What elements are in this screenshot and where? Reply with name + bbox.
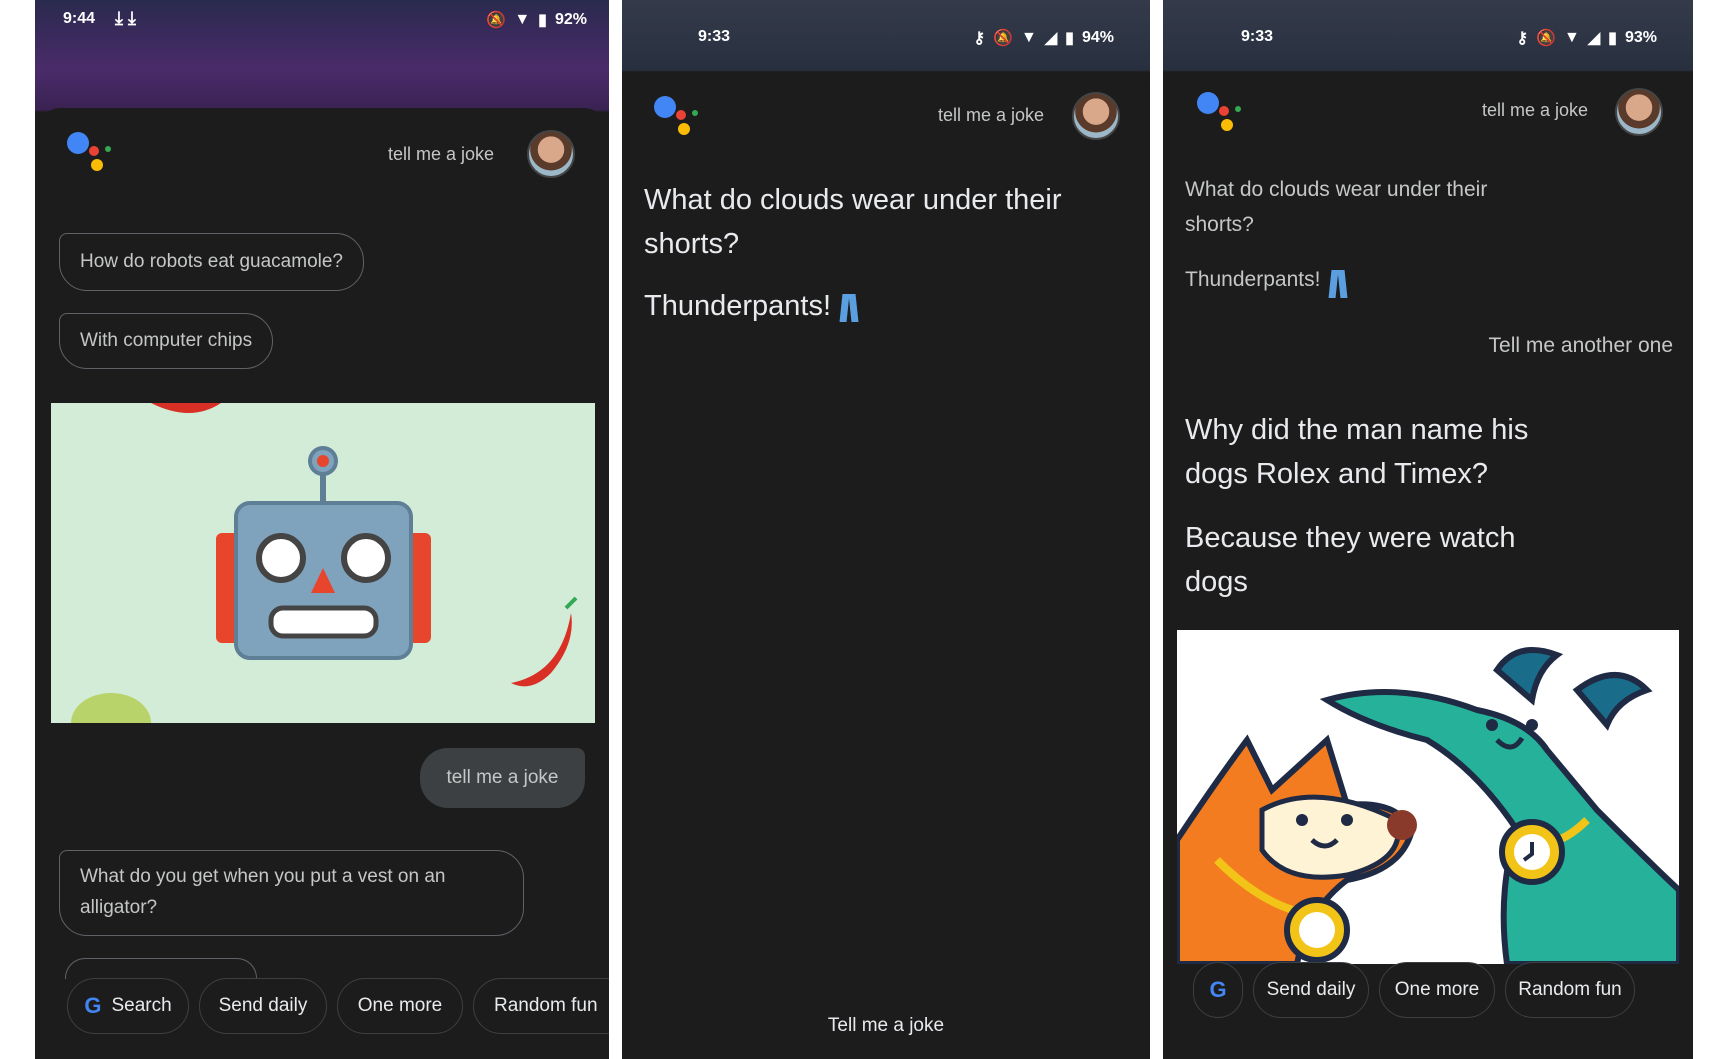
chip-label: One more bbox=[1394, 979, 1480, 1000]
send-daily-chip[interactable]: Send daily bbox=[1253, 962, 1369, 1018]
joke-answer: Thunderpants! bbox=[1185, 262, 1346, 297]
suggestion-hint[interactable]: Tell me a joke bbox=[622, 1015, 1150, 1037]
status-time: 9:33 bbox=[698, 28, 731, 45]
assistant-logo-icon bbox=[67, 132, 115, 180]
assistant-sheet: tell me a joke What do clouds wear under… bbox=[1163, 72, 1693, 1059]
signal-icon: ◢ bbox=[1044, 30, 1058, 47]
mute-icon: 🔕 bbox=[993, 30, 1013, 47]
chip-label: One more bbox=[357, 995, 443, 1016]
battery-icon: ▮ bbox=[1608, 30, 1617, 47]
screenshot-panel-1: 9:44 ⤓ ⤓ 🔕 ▼ ▮ 92% tell me a joke How do… bbox=[35, 0, 609, 1059]
robot-illustration bbox=[51, 403, 595, 723]
robot-image bbox=[71, 403, 578, 723]
google-search-chip[interactable]: G bbox=[1193, 962, 1243, 1018]
google-g-icon: G bbox=[1209, 977, 1227, 1002]
user-query-text: Tell me another one bbox=[1488, 334, 1673, 357]
screenshot-panel-2: 9:33 ⚷ 🔕 ▼ ◢ ▮ 94% tell me a joke What d… bbox=[622, 0, 1150, 1059]
battery-percent: 93% bbox=[1624, 29, 1657, 46]
wifi-icon: ▼ bbox=[1564, 29, 1580, 46]
joke-question-bubble: How do robots eat guacamole? bbox=[59, 233, 364, 291]
battery-icon: ▮ bbox=[538, 12, 547, 29]
status-bar: 9:33 ⚷ 🔕 ▼ ◢ ▮ 93% bbox=[1163, 0, 1693, 47]
status-bar: 9:44 ⤓ ⤓ 🔕 ▼ ▮ 92% bbox=[35, 0, 609, 40]
assistant-logo-icon bbox=[654, 96, 702, 144]
avatar[interactable] bbox=[527, 130, 575, 178]
joke-answer: Thunderpants! bbox=[644, 284, 857, 328]
jeans-icon bbox=[841, 292, 857, 322]
mute-icon: 🔕 bbox=[486, 12, 507, 29]
random-fun-chip[interactable]: Random fun bbox=[1505, 962, 1635, 1018]
dogs-illustration bbox=[1177, 630, 1679, 964]
screenshot-panel-3: 9:33 ⚷ 🔕 ▼ ◢ ▮ 93% tell me a joke What d… bbox=[1163, 0, 1693, 1059]
signal-icon: ◢ bbox=[1587, 30, 1601, 47]
dogs-image bbox=[1177, 647, 1679, 964]
chip-label: Random fun bbox=[494, 995, 598, 1016]
random-fun-chip[interactable]: Random fun bbox=[473, 978, 609, 1034]
vpn-key-icon: ⚷ bbox=[1516, 30, 1529, 47]
joke-answer-2: Because they were watch dogs bbox=[1185, 522, 1516, 598]
mute-icon: 🔕 bbox=[1536, 30, 1556, 47]
chip-label: Random fun bbox=[1518, 979, 1622, 1000]
assistant-sheet: tell me a joke What do clouds wear under… bbox=[622, 72, 1150, 1059]
status-icons: ⚷ 🔕 ▼ ◢ ▮ 93% bbox=[1516, 28, 1657, 48]
wifi-icon: ▼ bbox=[514, 11, 531, 28]
status-icons: ⚷ 🔕 ▼ ◢ ▮ 94% bbox=[973, 28, 1114, 48]
one-more-chip[interactable]: One more bbox=[1379, 962, 1495, 1018]
assistant-sheet: tell me a joke How do robots eat guacamo… bbox=[35, 108, 609, 1059]
status-time: 9:33 bbox=[1241, 28, 1274, 45]
avatar[interactable] bbox=[1072, 92, 1120, 140]
download-icon: ⤓ ⤓ bbox=[115, 8, 136, 28]
chip-label: Search bbox=[111, 995, 172, 1016]
send-daily-chip[interactable]: Send daily bbox=[199, 978, 327, 1034]
joke-question-bubble-2: What do you get when you put a vest on a… bbox=[59, 850, 524, 936]
query-text: tell me a joke bbox=[387, 144, 494, 164]
assistant-logo-icon bbox=[1197, 92, 1245, 140]
chip-label: Send daily bbox=[1266, 979, 1356, 1000]
query-text: tell me a joke bbox=[1481, 100, 1588, 120]
user-query-bubble: tell me a joke bbox=[420, 748, 585, 808]
google-g-icon: G bbox=[84, 993, 102, 1018]
query-text: tell me a joke bbox=[937, 105, 1044, 125]
joke-answer-text: Thunderpants! bbox=[644, 290, 832, 322]
status-icons: 🔕 ▼ ▮ 92% bbox=[486, 10, 587, 30]
vpn-key-icon: ⚷ bbox=[973, 30, 986, 47]
search-chip[interactable]: G Search bbox=[67, 978, 189, 1034]
joke-answer-bubble: With computer chips bbox=[59, 313, 274, 369]
chip-label: Send daily bbox=[218, 995, 308, 1016]
battery-percent: 94% bbox=[1081, 29, 1114, 46]
partial-bubble bbox=[65, 958, 257, 979]
battery-icon: ▮ bbox=[1065, 30, 1074, 47]
jeans-icon bbox=[1330, 268, 1346, 292]
joke-answer-text: Thunderpants! bbox=[1185, 268, 1321, 291]
status-time: 9:44 bbox=[63, 10, 96, 27]
joke-question: What do clouds wear under their shorts? bbox=[644, 184, 1062, 260]
joke-question: What do clouds wear under their shorts? bbox=[1185, 178, 1488, 236]
avatar[interactable] bbox=[1615, 88, 1663, 136]
one-more-chip[interactable]: One more bbox=[337, 978, 463, 1034]
wifi-icon: ▼ bbox=[1021, 29, 1037, 46]
battery-percent: 92% bbox=[554, 11, 587, 28]
joke-question-2: Why did the man name his dogs Rolex and … bbox=[1185, 414, 1529, 490]
status-bar: 9:33 ⚷ 🔕 ▼ ◢ ▮ 94% bbox=[622, 0, 1150, 47]
